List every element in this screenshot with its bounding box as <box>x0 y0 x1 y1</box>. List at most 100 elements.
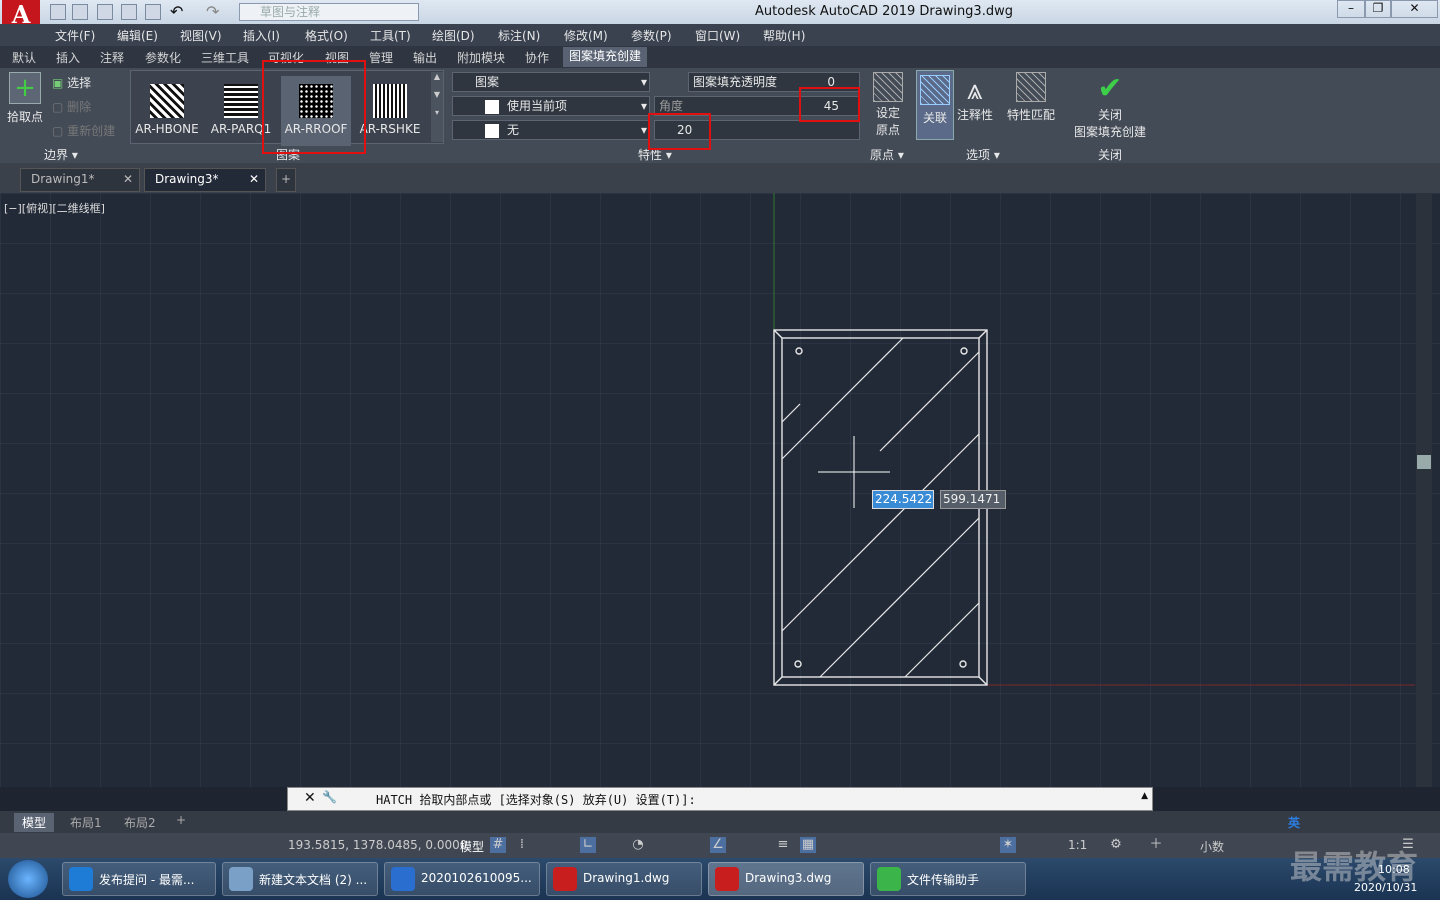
add-layout-icon[interactable]: + <box>176 813 186 827</box>
new-tab-button[interactable]: + <box>276 168 296 192</box>
hatch-color-select[interactable]: 使用当前项 ▾ <box>452 96 650 116</box>
panel-options[interactable]: 选项 ▾ <box>966 146 1000 163</box>
taskbar-item-notepad[interactable]: 新建文本文档 (2) ... <box>222 862 378 896</box>
menu-file[interactable]: 文件(F) <box>55 27 95 44</box>
panel-origin[interactable]: 原点 ▾ <box>870 146 904 163</box>
units-select[interactable]: 小数 <box>1200 838 1224 855</box>
tab-insert[interactable]: 插入 <box>56 49 80 66</box>
tab-collaborate[interactable]: 协作 <box>525 49 549 66</box>
taskbar-item-doc[interactable]: 2020102610095... <box>384 862 540 896</box>
ribbon-tabs: 默认 插入 注释 参数化 三维工具 可视化 视图 管理 输出 附加模块 协作 图… <box>0 46 1440 68</box>
command-text: HATCH 拾取内部点或 [选择对象(S) 放弃(U) 设置(T)]: <box>376 793 696 807</box>
doc-tab-drawing1[interactable]: Drawing1* ✕ <box>20 168 140 192</box>
undo-icon[interactable]: ↶ <box>170 2 183 21</box>
vertical-scrollbar[interactable] <box>1416 193 1432 787</box>
grid-icon[interactable]: # <box>490 837 506 853</box>
tab-default[interactable]: 默认 <box>12 49 36 66</box>
osnap-icon[interactable]: ∠ <box>710 837 726 853</box>
scroll-thumb[interactable] <box>1417 455 1431 469</box>
menu-modify[interactable]: 修改(M) <box>564 27 608 44</box>
transparency-icon[interactable]: ▦ <box>800 837 816 853</box>
close-tab-icon[interactable]: ✕ <box>123 172 133 186</box>
menu-window[interactable]: 窗口(W) <box>695 27 740 44</box>
title-bar: A ↶ ↷ 草图与注释 Autodesk AutoCAD 2019 Drawin… <box>0 0 1440 30</box>
tray-date[interactable]: 2020/10/31 <box>1354 881 1417 894</box>
set-origin-button[interactable]: 设定 原点 <box>868 72 908 138</box>
taskbar-item-drawing3[interactable]: Drawing3.dwg <box>708 862 864 896</box>
plus-icon[interactable]: ＋ <box>1148 837 1164 853</box>
menu-help[interactable]: 帮助(H) <box>763 27 805 44</box>
taskbar-item-browser[interactable]: 发布提问 - 最需... <box>62 862 216 896</box>
highlight-pattern <box>262 60 366 154</box>
annotation-icon[interactable]: ✶ <box>1000 837 1016 853</box>
ime-indicator[interactable]: 英 <box>1288 814 1300 831</box>
tab-output[interactable]: 输出 <box>413 49 437 66</box>
pick-point-button[interactable]: + 拾取点 <box>4 72 46 125</box>
command-line[interactable]: ✕ 🔧 HATCH 拾取内部点或 [选择对象(S) 放弃(U) 设置(T)]: … <box>287 787 1153 811</box>
layout-tab-1[interactable]: 布局1 <box>70 814 102 831</box>
command-history-icon[interactable]: ▲ <box>1141 791 1148 801</box>
menu-tools[interactable]: 工具(T) <box>370 27 411 44</box>
coordinates-readout[interactable]: 193.5815, 1378.0485, 0.0000 <box>288 838 467 852</box>
pattern-ar-hbone[interactable]: AR-HBONE <box>132 76 202 142</box>
start-button[interactable] <box>8 860 48 898</box>
ortho-icon[interactable]: ∟ <box>580 837 596 853</box>
associative-icon <box>920 75 950 105</box>
menu-view[interactable]: 视图(V) <box>180 27 222 44</box>
layout-tab-2[interactable]: 布局2 <box>124 814 156 831</box>
gear-icon[interactable]: ⚙ <box>1108 837 1124 853</box>
redo-icon[interactable]: ↷ <box>206 2 219 21</box>
menu-draw[interactable]: 绘图(D) <box>432 27 475 44</box>
gallery-scroll[interactable]: ▲ ▼ ▾ <box>431 72 443 142</box>
menu-insert[interactable]: 插入(I) <box>243 27 280 44</box>
select-objects-button[interactable]: ▣ 选择 <box>52 74 91 91</box>
print-icon[interactable] <box>145 4 161 20</box>
model-space-toggle[interactable]: 模型 <box>460 838 484 855</box>
drawing-canvas[interactable]: [−][俯视][二维线框] 224.5422 599.1471 <box>0 193 1440 787</box>
tray-time[interactable]: 10:08 <box>1378 863 1410 876</box>
document-tabs: Drawing1* ✕ Drawing3* ✕ + <box>0 163 1440 193</box>
tab-manage[interactable]: 管理 <box>369 49 393 66</box>
tab-parametric[interactable]: 参数化 <box>145 49 181 66</box>
recreate-boundary-button[interactable]: ▢ 重新创建 <box>52 122 115 139</box>
remove-boundary-button[interactable]: ▢ 删除 <box>52 98 91 115</box>
tab-3d-tools[interactable]: 三维工具 <box>201 49 249 66</box>
layout-tab-model[interactable]: 模型 <box>14 813 55 832</box>
cursor-y-input[interactable]: 599.1471 <box>940 490 1006 509</box>
save-as-icon[interactable] <box>121 4 137 20</box>
menu-edit[interactable]: 编辑(E) <box>117 27 158 44</box>
taskbar-item-drawing1[interactable]: Drawing1.dwg <box>546 862 702 896</box>
tab-addins[interactable]: 附加模块 <box>457 49 505 66</box>
wrench-icon[interactable]: 🔧 <box>322 790 337 804</box>
taskbar-item-wechat[interactable]: 文件传输助手 <box>870 862 1026 896</box>
lineweight-icon[interactable]: ≡ <box>775 837 791 853</box>
layout-tabs: 模型 布局1 布局2 + 英 <box>0 811 1440 833</box>
polar-icon[interactable]: ◔ <box>630 837 646 853</box>
minimize-button[interactable]: – <box>1337 0 1365 18</box>
annotation-scale[interactable]: 1:1 <box>1068 838 1087 852</box>
close-command-icon[interactable]: ✕ <box>304 790 316 806</box>
doc-tab-drawing3[interactable]: Drawing3* ✕ <box>144 168 266 192</box>
save-icon[interactable] <box>97 4 113 20</box>
close-tab-icon[interactable]: ✕ <box>249 172 259 186</box>
snap-icon[interactable]: ⁞ <box>514 837 530 853</box>
associative-button[interactable]: 关联 <box>916 70 954 140</box>
open-icon[interactable] <box>72 4 88 20</box>
hatch-type-select[interactable]: 图案 ▾ <box>452 72 650 92</box>
restore-button[interactable]: ❐ <box>1365 0 1391 18</box>
menu-format[interactable]: 格式(O) <box>305 27 348 44</box>
tab-annotate[interactable]: 注释 <box>100 49 124 66</box>
match-properties-button[interactable]: 特性匹配 <box>1004 72 1058 123</box>
close-button[interactable]: ✕ <box>1391 0 1438 18</box>
workspace-select[interactable]: 草图与注释 <box>239 3 419 21</box>
new-icon[interactable] <box>50 4 66 20</box>
panel-boundary[interactable]: 边界 ▾ <box>44 146 78 163</box>
close-hatch-creation-button[interactable]: ✔ 关闭 图案填充创建 <box>1072 72 1148 140</box>
tab-hatch-creation[interactable]: 图案填充创建 <box>563 47 648 67</box>
menu-dimension[interactable]: 标注(N) <box>498 27 540 44</box>
cursor-x-input[interactable]: 224.5422 <box>872 490 934 509</box>
annotative-button[interactable]: ⩓ 注释性 <box>956 74 994 123</box>
highlight-angle <box>799 87 860 122</box>
menu-parametric[interactable]: 参数(P) <box>631 27 672 44</box>
background-color-select[interactable]: 无 ▾ <box>452 120 650 140</box>
